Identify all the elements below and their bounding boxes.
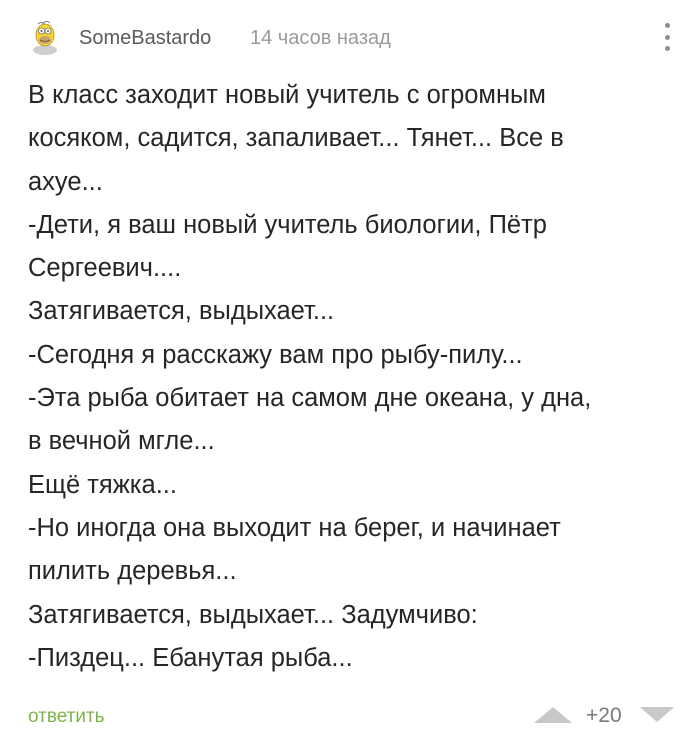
triangle-down-icon: [640, 707, 674, 722]
downvote-button[interactable]: [640, 707, 674, 728]
comment-line: -Пиздец... Ебанутая рыба...: [28, 643, 353, 672]
comment-line: пилить деревья...: [28, 557, 237, 586]
homer-avatar-icon: [27, 19, 63, 55]
reply-link[interactable]: ответить: [28, 706, 105, 728]
comment-line: Затягивается, выдыхает... Задумчиво:: [28, 600, 478, 629]
comment-line: -Сегодня я расскажу вам про рыбу-пилу...: [28, 340, 523, 369]
comment-line: -Эта рыба обитает на самом дне океана, у…: [28, 384, 592, 413]
upvote-button[interactable]: [534, 706, 572, 729]
comment-line: -Дети, я ваш новый учитель биологии, Пёт…: [28, 210, 547, 239]
comment-line: -Но иногда она выходит на берег, и начин…: [28, 513, 561, 542]
author-name[interactable]: SomeBastardo: [79, 27, 211, 50]
comment-line: косяком, садится, запаливает... Тянет...…: [28, 124, 564, 153]
more-vertical-icon[interactable]: [660, 20, 674, 54]
comment-line: Сергеевич....: [28, 254, 182, 283]
vote-score: +20: [586, 704, 622, 727]
comment-footer: ответить +20: [26, 700, 674, 730]
comment-timestamp: 14 часов назад: [250, 27, 391, 49]
comment-header: SomeBastardo 14 часов назад: [26, 18, 674, 58]
comment-line: ахуе...: [28, 167, 103, 196]
comment-line: Затягивается, выдыхает...: [28, 297, 335, 326]
comment-body: В класс заходит новый учитель с огромным…: [28, 74, 678, 680]
triangle-up-icon: [534, 707, 572, 723]
comment-line: Ещё тяжка...: [28, 470, 177, 499]
avatar[interactable]: [26, 18, 64, 56]
comment-line: в вечной мгле...: [28, 427, 215, 456]
comment-line: В класс заходит новый учитель с огромным: [28, 81, 546, 109]
